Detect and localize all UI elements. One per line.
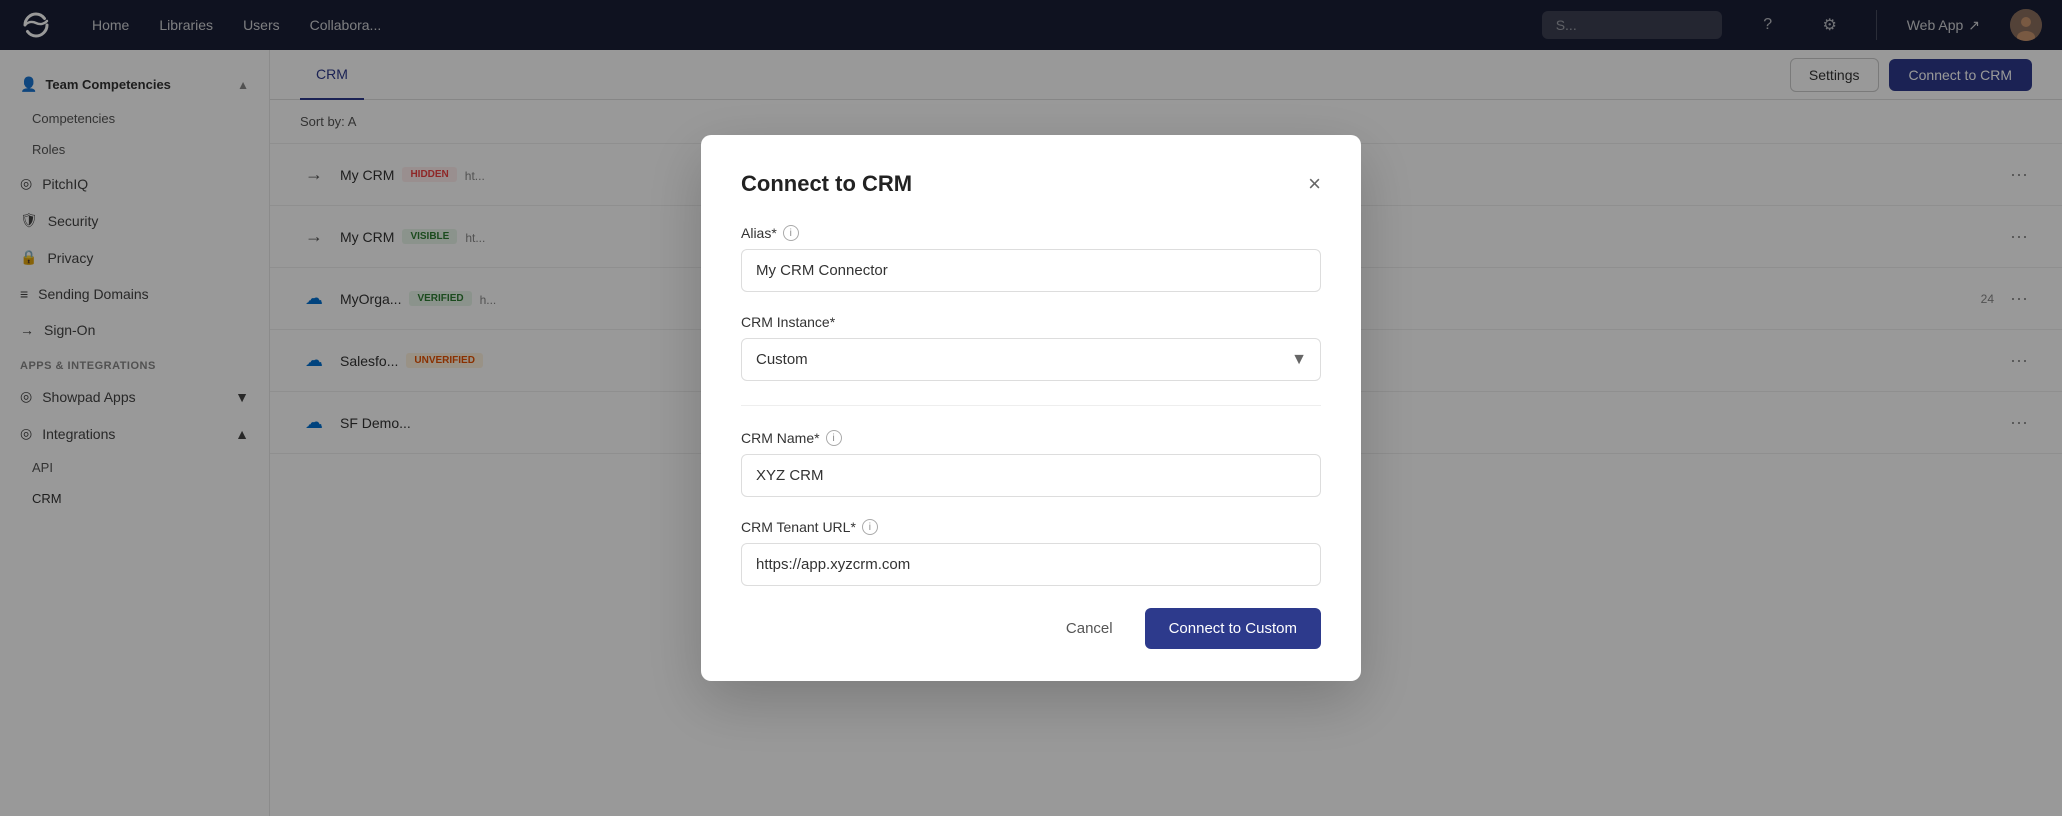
alias-info-icon[interactable]: i xyxy=(783,225,799,241)
crm-tenant-input[interactable] xyxy=(741,543,1321,586)
crm-name-info-icon[interactable]: i xyxy=(826,430,842,446)
crm-name-label: CRM Name* i xyxy=(741,430,1321,446)
modal-close-button[interactable]: × xyxy=(1308,173,1321,195)
connect-crm-modal: Connect to CRM × Alias* i CRM Instance* … xyxy=(701,135,1361,681)
modal-header: Connect to CRM × xyxy=(741,171,1321,197)
modal-footer: Cancel Connect to Custom xyxy=(741,608,1321,649)
crm-tenant-info-icon[interactable]: i xyxy=(862,519,878,535)
cancel-button[interactable]: Cancel xyxy=(1048,608,1131,649)
alias-input[interactable] xyxy=(741,249,1321,292)
crm-instance-select[interactable]: CustomSalesforceHubSpotMicrosoft Dynamic… xyxy=(741,338,1321,381)
crm-tenant-label: CRM Tenant URL* i xyxy=(741,519,1321,535)
alias-label: Alias* i xyxy=(741,225,1321,241)
alias-form-group: Alias* i xyxy=(741,225,1321,292)
crm-name-form-group: CRM Name* i xyxy=(741,430,1321,497)
crm-tenant-form-group: CRM Tenant URL* i xyxy=(741,519,1321,586)
crm-instance-form-group: CRM Instance* CustomSalesforceHubSpotMic… xyxy=(741,314,1321,381)
crm-instance-select-wrapper: CustomSalesforceHubSpotMicrosoft Dynamic… xyxy=(741,338,1321,381)
modal-overlay[interactable]: Connect to CRM × Alias* i CRM Instance* … xyxy=(0,0,2062,816)
crm-name-input[interactable] xyxy=(741,454,1321,497)
modal-title: Connect to CRM xyxy=(741,171,912,197)
crm-instance-label: CRM Instance* xyxy=(741,314,1321,330)
modal-divider xyxy=(741,405,1321,406)
connect-custom-button[interactable]: Connect to Custom xyxy=(1145,608,1321,649)
